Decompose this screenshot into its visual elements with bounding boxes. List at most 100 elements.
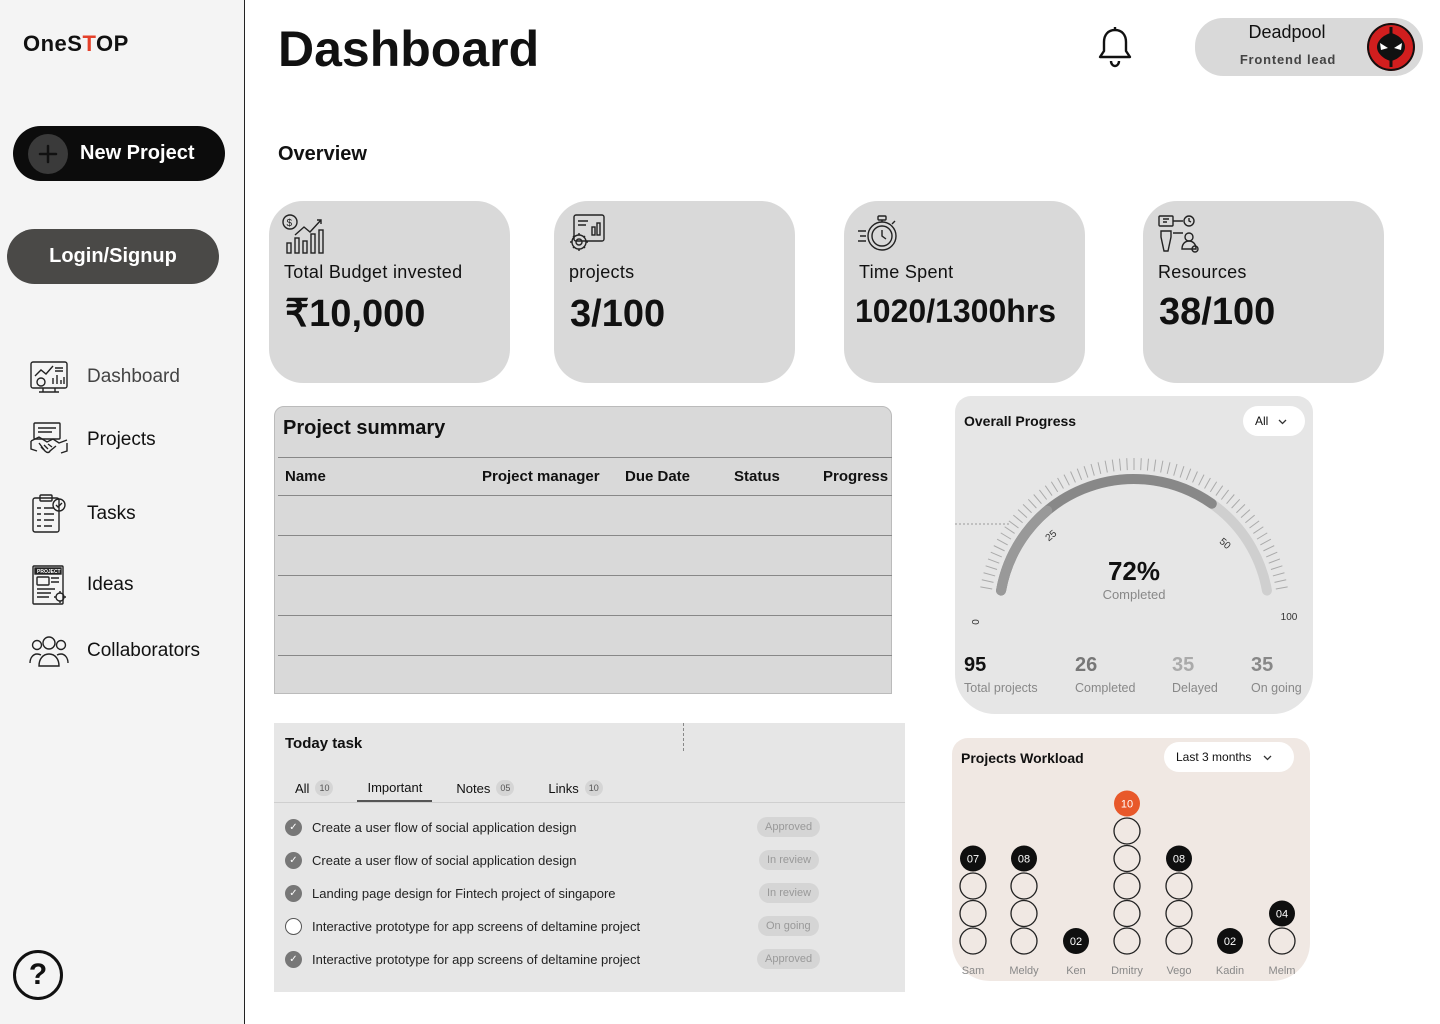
budget-chart-icon: $	[281, 213, 325, 255]
tab-links[interactable]: Links 10	[538, 774, 612, 802]
table-row[interactable]	[278, 495, 892, 536]
tab-count: 10	[315, 780, 334, 796]
stat-completed: 26 Completed	[1075, 654, 1135, 695]
app-logo[interactable]: OneSTOP	[23, 31, 129, 57]
gauge-tick-label: 50	[1217, 536, 1233, 552]
task-text: Create a user flow of social application…	[312, 852, 577, 868]
dropdown-value: All	[1255, 414, 1269, 428]
empty-checkbox-icon[interactable]	[285, 917, 302, 935]
gauge-tick	[1044, 485, 1053, 496]
workload-person-name: Melm	[1269, 965, 1296, 977]
gauge-tick	[1268, 558, 1281, 564]
new-project-button[interactable]: New Project	[13, 126, 225, 181]
card-value: 1020/1300hrs	[855, 293, 1057, 329]
tab-notes[interactable]: Notes 05	[446, 774, 524, 802]
column-header-name[interactable]: Name	[278, 457, 475, 496]
sidebar-item-tasks[interactable]: Tasks	[28, 491, 136, 537]
task-text: Create a user flow of social application…	[312, 819, 577, 835]
tab-count: 10	[584, 780, 603, 796]
tab-all[interactable]: All 10	[285, 774, 343, 802]
card-label: Total Budget invested	[284, 262, 463, 282]
check-icon[interactable]: ✓	[285, 851, 302, 869]
gauge-tick	[1000, 532, 1012, 540]
workload-person-name: Meldy	[1009, 965, 1039, 977]
workload-count-label: 08	[1018, 854, 1030, 866]
sidebar-item-ideas[interactable]: PROJECT Ideas	[28, 562, 133, 608]
notification-bell-icon[interactable]	[1096, 26, 1134, 68]
login-signup-button[interactable]: Login/Signup	[7, 229, 219, 284]
workload-bubble	[1113, 927, 1141, 955]
stat-total-projects: 95 Total projects	[964, 654, 1038, 695]
gauge-tick	[1146, 458, 1149, 471]
gauge-tick	[1236, 503, 1246, 514]
stopwatch-icon	[856, 213, 900, 255]
help-button[interactable]: ?	[13, 950, 63, 1000]
stat-label: On going	[1251, 681, 1302, 695]
column-header-progress[interactable]: Progress	[816, 457, 892, 496]
column-header-manager[interactable]: Project manager	[475, 457, 618, 496]
sidebar-item-dashboard[interactable]: Dashboard	[28, 354, 180, 400]
gauge-tick	[987, 558, 1000, 564]
status-badge: In review	[759, 883, 820, 903]
sidebar-item-projects[interactable]: Projects	[28, 417, 156, 463]
workload-bubble	[1113, 817, 1141, 845]
workload-bubble	[959, 899, 987, 928]
workload-bubble	[1113, 899, 1141, 928]
today-task-title: Today task	[285, 735, 363, 752]
sidebar: OneSTOP New Project Login/Signup Dashboa…	[0, 0, 245, 1024]
projects-card: projects 3/100	[554, 201, 795, 383]
workload-bubble	[1010, 927, 1038, 955]
check-icon[interactable]: ✓	[285, 884, 302, 902]
user-name: Deadpool	[1248, 22, 1326, 42]
check-icon[interactable]: ✓	[285, 950, 302, 968]
gauge-tick	[1160, 460, 1164, 473]
project-summary-title: Project summary	[283, 417, 446, 439]
stat-delayed: 35 Delayed	[1172, 654, 1218, 695]
resources-icon	[1155, 213, 1199, 255]
card-label: projects	[569, 262, 635, 282]
gauge-tick	[1050, 481, 1059, 493]
sidebar-item-label: Projects	[87, 429, 156, 450]
gauge-tick	[1274, 579, 1287, 583]
sidebar-item-collaborators[interactable]: Collaborators	[28, 628, 200, 674]
table-row[interactable]	[278, 535, 892, 576]
dashboard-icon	[28, 356, 70, 398]
progress-filter-dropdown[interactable]: All	[1243, 406, 1305, 436]
column-header-due-date[interactable]: Due Date	[618, 457, 727, 496]
sidebar-item-label: Ideas	[87, 574, 134, 595]
table-row[interactable]	[278, 615, 892, 656]
workload-bubble	[1268, 927, 1296, 955]
avatar[interactable]	[1367, 23, 1415, 71]
gauge-tick	[1076, 468, 1083, 481]
stat-label: Completed	[1075, 681, 1136, 695]
workload-person-name: Kadin	[1216, 965, 1244, 977]
project-ideas-icon: PROJECT	[28, 564, 70, 606]
table-row[interactable]	[278, 656, 892, 696]
gauge-progress-segment	[996, 505, 1053, 596]
tab-underline	[274, 802, 905, 803]
workload-bubble	[959, 872, 987, 900]
user-profile[interactable]: Deadpool Frontend lead	[1195, 18, 1423, 76]
tab-important[interactable]: Important	[357, 774, 433, 802]
table-row[interactable]	[278, 575, 892, 616]
workload-chart: 07 Sam 08 Meldy 02 Ken 10 Dmitry 08 Vego 02 Kadin 04…	[959, 790, 1296, 977]
gauge-tick	[1166, 462, 1171, 474]
card-label: Resources	[1158, 262, 1247, 282]
gauge-tick	[1083, 466, 1089, 478]
gauge-tick	[1245, 514, 1255, 524]
gauge-tick	[990, 551, 1002, 558]
gauge-tick	[1038, 489, 1048, 500]
tab-count: 05	[496, 780, 515, 796]
tab-label: All	[295, 780, 310, 796]
today-task-panel: Today task All 10 Important Notes 05 Lin…	[274, 723, 905, 992]
workload-count-label: 08	[1173, 854, 1185, 866]
gauge-tick	[1215, 485, 1224, 496]
workload-bubble	[1165, 927, 1193, 955]
column-header-status[interactable]: Status	[727, 457, 816, 496]
check-icon[interactable]: ✓	[285, 818, 302, 836]
progress-sub-label: Completed	[1102, 587, 1166, 602]
workload-bubble	[1165, 872, 1193, 900]
workload-person-name: Dmitry	[1111, 965, 1143, 977]
gauge-tick	[1153, 459, 1157, 472]
gauge-tick	[981, 579, 994, 583]
